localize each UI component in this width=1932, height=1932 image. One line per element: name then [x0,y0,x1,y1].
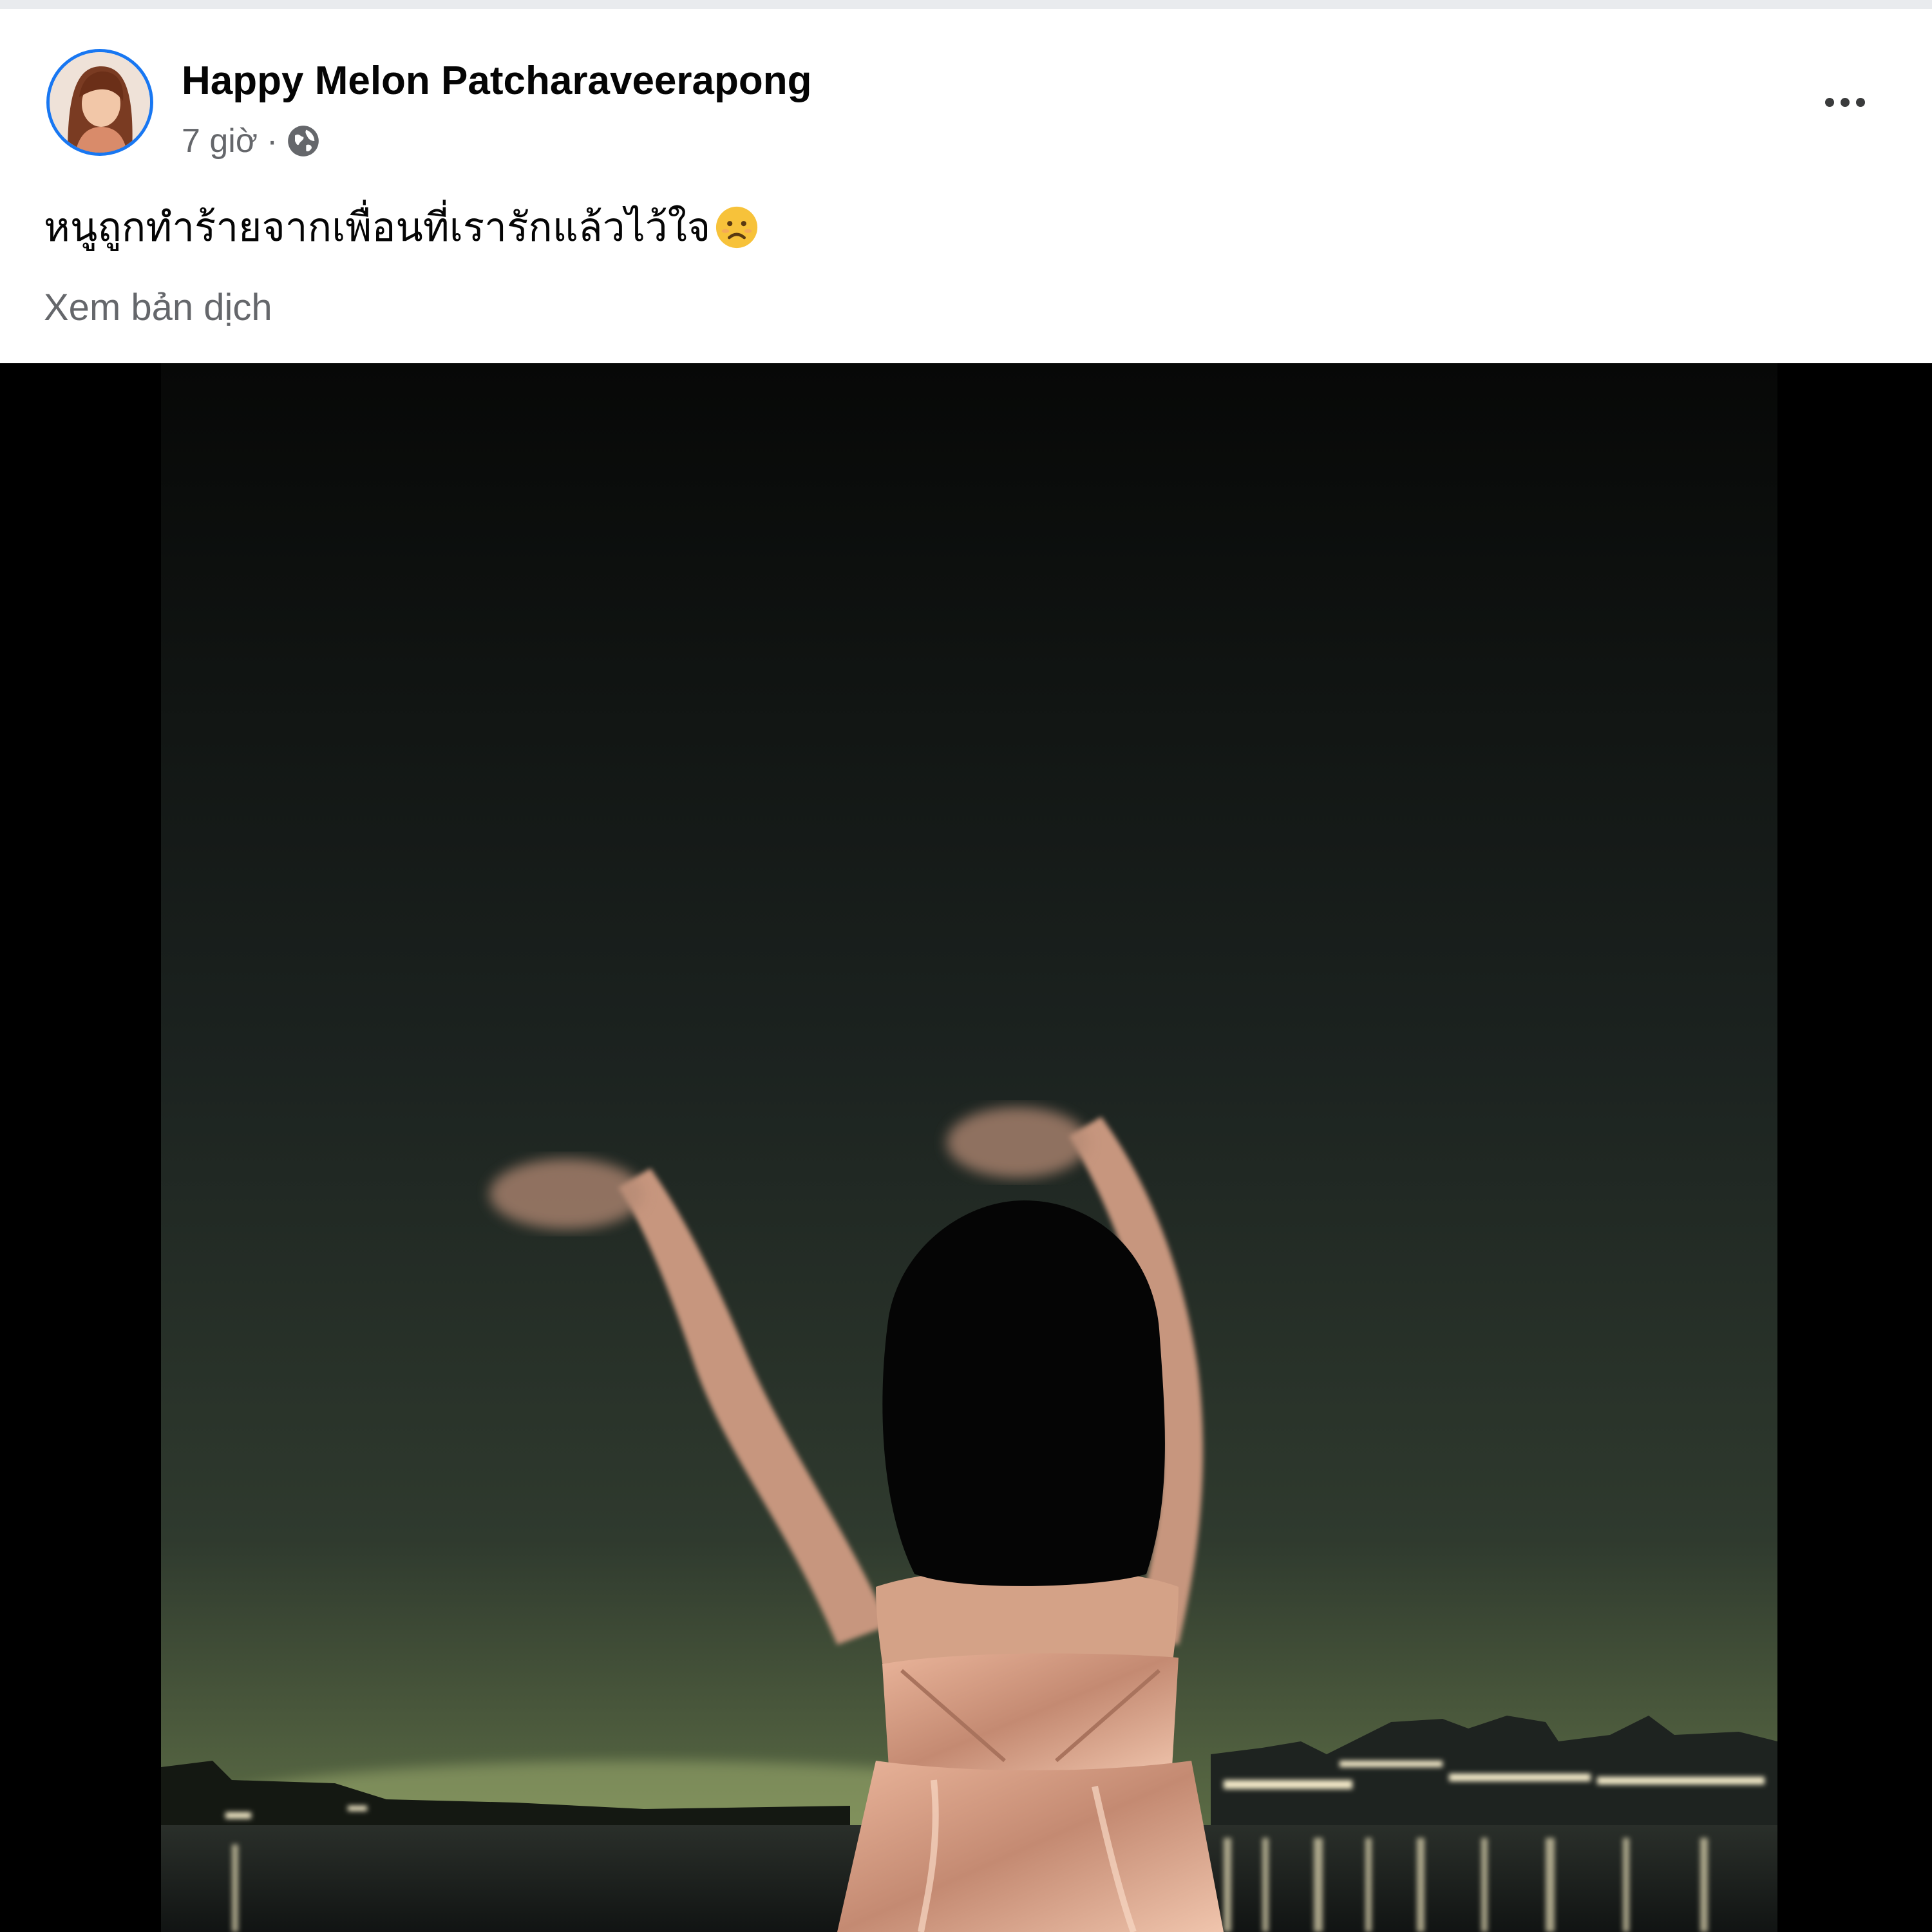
post-text: หนูถูกทำร้ายจากเพื่อนที่เรารักแล้วไว้ใจ [44,196,759,259]
top-divider [0,0,1932,9]
see-translation-link[interactable]: Xem bản dịch [44,286,272,329]
author-avatar[interactable] [46,49,153,156]
author-name[interactable]: Happy Melon Patcharaveerapong [182,58,812,104]
globe-icon[interactable] [287,124,320,158]
night-riverside-photo [0,363,1932,1932]
more-options-icon[interactable] [1810,80,1880,125]
meta-separator: · [266,122,278,160]
post-message: หนูถูกทำร้ายจากเพื่อนที่เรารักแล้วไว้ใจ [44,205,711,250]
post-photo[interactable] [0,363,1932,1932]
avatar-portrait [50,52,150,153]
post-timestamp[interactable]: 7 giờ [182,122,258,160]
post-header: Happy Melon Patcharaveerapong 7 giờ · หน… [0,9,1932,363]
post-meta: 7 giờ · [182,118,320,164]
sad-face-emoji [716,206,758,249]
